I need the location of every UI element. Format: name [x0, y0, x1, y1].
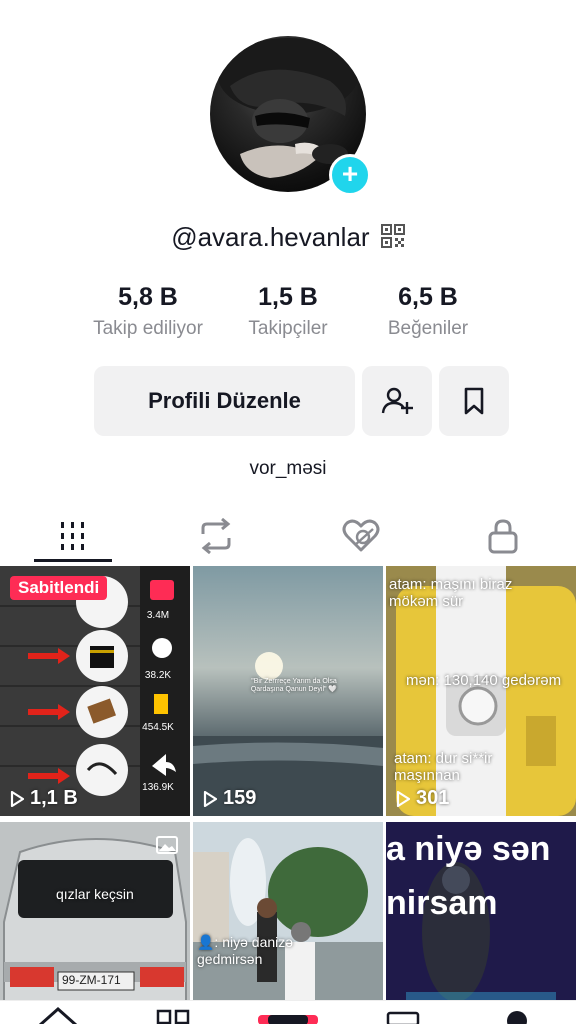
caption-line: atam: dur si**ir maşınnan [394, 750, 493, 784]
caption-overlay: qızlar keçsin [56, 886, 134, 902]
caption-overlay: "Bir Zerrreçe Yarım da Olsa Qardaşına Qa… [250, 678, 338, 693]
side-count: 3.4M [146, 610, 170, 621]
tab-liked[interactable] [321, 508, 401, 564]
add-avatar-button[interactable]: + [329, 154, 371, 196]
repost-icon [201, 518, 231, 554]
stat-label: Takip ediliyor [93, 318, 203, 339]
bottom-navigation [0, 1000, 576, 1024]
photo-mode-icon [156, 836, 178, 859]
profile-tabs [0, 508, 576, 564]
stat-likes[interactable]: 6,5 B Beğeniler [368, 283, 488, 340]
view-count: 301 [396, 787, 449, 810]
video-thumbnail[interactable]: 👤: niyə danizə gedmirsən [193, 822, 383, 1024]
qr-code-icon[interactable] [380, 223, 405, 255]
add-friends-button[interactable] [362, 366, 432, 436]
video-thumbnail[interactable]: a niyə sən nirsam [386, 822, 576, 1024]
thumbnail-image [193, 822, 383, 1024]
username: @avara.hevanlar [171, 222, 370, 252]
profile-stats: 5,8 B Takip ediliyor 1,5 B Takipçiler 6,… [0, 283, 576, 343]
liked-hidden-icon [342, 519, 380, 552]
video-thumbnail[interactable]: qızlar keçsin 99-ZM-171 [0, 822, 190, 1024]
tab-videos[interactable] [33, 508, 113, 564]
pinned-badge: Sabitlendi [10, 576, 108, 600]
tab-reposts[interactable] [176, 508, 256, 564]
stat-followers[interactable]: 1,5 B Takipçiler [228, 283, 348, 340]
lock-icon [488, 519, 518, 554]
profile-avatar-container[interactable]: + [210, 36, 371, 196]
view-count-value: 301 [416, 787, 450, 809]
view-count-value: 159 [223, 787, 257, 809]
video-thumbnail[interactable]: atam: maşını biraz mökəm sür mən: 130,14… [386, 566, 576, 816]
play-icon [203, 790, 217, 807]
video-thumbnail[interactable]: Sabitlendi 3.4M 38.2K 454.5K 136.9K 1,1 … [0, 566, 190, 816]
play-icon [10, 790, 24, 807]
license-plate: 99-ZM-171 [62, 973, 121, 987]
stat-following[interactable]: 5,8 B Takip ediliyor [78, 283, 218, 340]
caption-line: mən: 130,140 gedərəm [406, 672, 562, 689]
side-count: 136.9K [142, 782, 174, 793]
add-user-icon [381, 387, 413, 414]
thumbnail-image [0, 566, 190, 816]
navbar-icons [39, 1006, 527, 1024]
video-grid: Sabitlendi 3.4M 38.2K 454.5K 136.9K 1,1 … [0, 566, 576, 1024]
stat-value: 1,5 B [258, 283, 318, 311]
tab-private[interactable] [463, 508, 543, 564]
grid-icon [61, 522, 84, 550]
view-count-value: 1,1 B [30, 787, 78, 809]
favorites-button[interactable] [439, 366, 509, 436]
caption-overlay: 👤: niyə danizə gedmirsən [197, 934, 294, 967]
caption-line: atam: maşını biraz mökəm sür [389, 576, 513, 610]
stat-label: Takipçiler [248, 318, 328, 339]
view-count: 1,1 B [10, 787, 78, 810]
video-thumbnail[interactable]: "Bir Zerrreçe Yarım da Olsa Qardaşına Qa… [193, 566, 383, 816]
active-tab-indicator [34, 559, 112, 562]
stat-value: 5,8 B [118, 283, 178, 311]
username-row: @avara.hevanlar [0, 222, 576, 255]
side-count: 38.2K [144, 670, 172, 681]
caption-line: a niyə sən [386, 830, 551, 868]
stat-label: Beğeniler [387, 318, 469, 339]
caption-line: nirsam [386, 884, 498, 922]
play-icon [396, 790, 410, 807]
view-count: 159 [203, 787, 256, 810]
stat-value: 6,5 B [398, 283, 458, 311]
edit-profile-button[interactable]: Profili Düzenle [94, 366, 355, 436]
bio-text: vor_məsi [249, 458, 327, 479]
side-count: 454.5K [142, 722, 174, 733]
bookmark-icon [464, 387, 484, 415]
